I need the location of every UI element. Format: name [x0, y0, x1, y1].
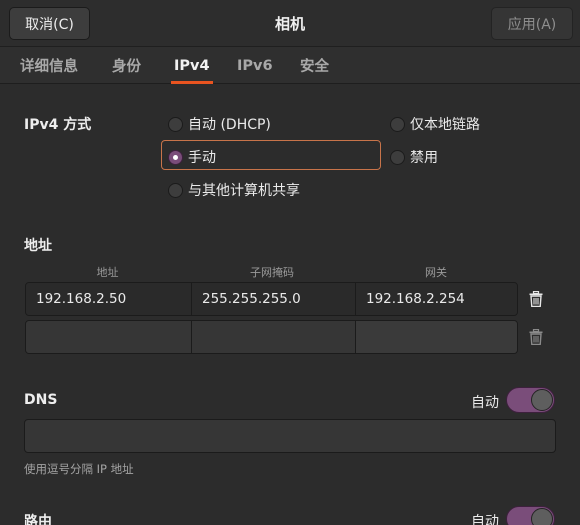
tab-security[interactable]: 安全 [300, 47, 329, 84]
radio-link-local[interactable]: 仅本地链路 [390, 114, 480, 134]
trash-icon [529, 329, 543, 345]
netmask-field[interactable]: 255.255.255.0 [191, 283, 355, 315]
routes-auto-label: 自动 [471, 514, 499, 525]
apply-button[interactable]: 应用(A) [491, 7, 573, 40]
radio-indicator [168, 116, 183, 132]
delete-address-button[interactable] [520, 282, 552, 316]
radio-label: 仅本地链路 [410, 117, 480, 133]
radio-indicator [390, 149, 405, 165]
dns-hint: 使用逗号分隔 IP 地址 [24, 462, 134, 476]
tab-ipv6[interactable]: IPv6 [237, 47, 273, 84]
dns-auto-toggle[interactable] [506, 387, 555, 413]
radio-manual[interactable]: 手动 [168, 147, 216, 167]
address-row: 192.168.2.50 255.255.255.0 192.168.2.254 [25, 282, 518, 316]
dns-servers-input[interactable] [24, 419, 556, 453]
radio-shared[interactable]: 与其他计算机共享 [168, 180, 300, 200]
radio-label: 禁用 [410, 150, 438, 166]
dns-label: DNS [24, 392, 58, 408]
radio-indicator [168, 182, 183, 198]
netmask-field[interactable] [191, 321, 355, 353]
address-row-empty [25, 320, 518, 354]
dns-auto-label: 自动 [471, 395, 499, 411]
radio-label: 手动 [188, 150, 216, 166]
column-header-netmask: 子网掩码 [250, 266, 294, 279]
trash-icon [529, 291, 543, 307]
routes-label: 路由 [24, 514, 52, 525]
delete-address-button-disabled[interactable] [520, 320, 552, 354]
addresses-label: 地址 [24, 238, 52, 254]
routes-auto-toggle[interactable] [506, 506, 555, 525]
ipv4-method-label: IPv4 方式 [24, 117, 92, 133]
radio-indicator [390, 116, 405, 132]
radio-label: 与其他计算机共享 [188, 183, 300, 199]
tab-details[interactable]: 详细信息 [20, 47, 78, 84]
radio-auto-dhcp[interactable]: 自动 (DHCP) [168, 114, 271, 134]
cancel-button[interactable]: 取消(C) [9, 7, 90, 40]
column-header-gateway: 网关 [425, 266, 447, 279]
tab-identity[interactable]: 身份 [112, 47, 141, 84]
radio-disabled[interactable]: 禁用 [390, 147, 438, 167]
radio-indicator-checked [168, 149, 183, 165]
toggle-knob [531, 389, 553, 411]
toggle-knob [531, 508, 553, 525]
gateway-field[interactable]: 192.168.2.254 [355, 283, 517, 315]
address-field[interactable] [26, 321, 191, 353]
radio-label: 自动 (DHCP) [188, 117, 271, 133]
gateway-field[interactable] [355, 321, 517, 353]
tab-bar: 详细信息 身份 IPv4 IPv6 安全 [0, 47, 580, 84]
header-bar: 相机 取消(C) 应用(A) [0, 0, 580, 47]
column-header-address: 地址 [96, 266, 119, 279]
address-field[interactable]: 192.168.2.50 [26, 283, 191, 315]
tab-ipv4[interactable]: IPv4 [171, 47, 213, 84]
